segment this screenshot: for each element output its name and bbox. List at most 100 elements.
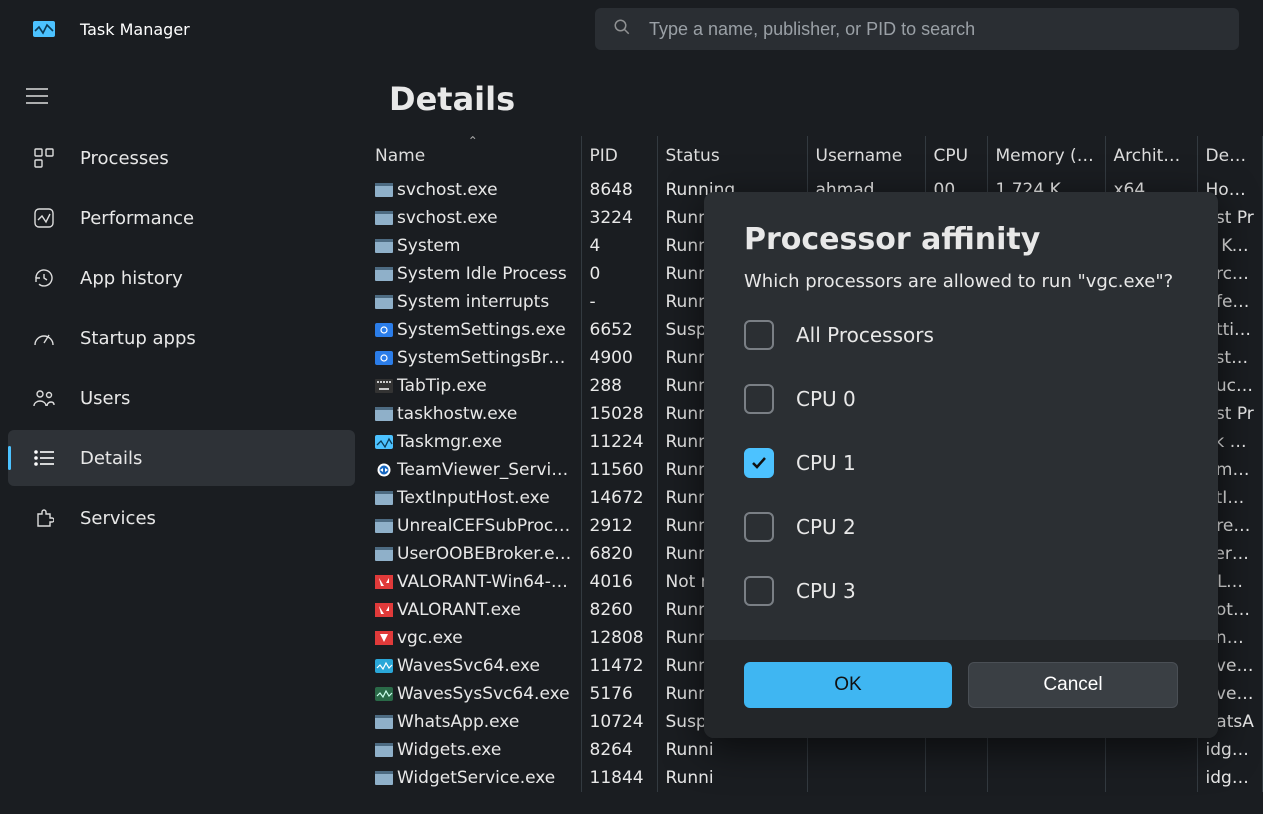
column-cpu[interactable]: CPU [925,136,987,176]
column-name[interactable]: Name⌃ [365,136,581,176]
cell-name: UserOOBEBroker.exe [365,540,581,568]
titlebar: Task Manager [0,0,1263,58]
app-title: Task Manager [80,20,190,39]
cell-name: UnrealCEFSubProcess... [365,512,581,540]
table-header-row: Name⌃ PID Status Username CPU Memory (ac… [365,136,1263,176]
cell-pid: 6820 [581,540,657,568]
checkbox[interactable] [744,320,774,350]
process-icon [375,518,393,532]
dialog-title: Processor affinity [744,222,1178,257]
history-icon [32,266,56,290]
speed-icon [32,326,56,350]
column-description[interactable]: Descript [1197,136,1263,176]
process-icon [375,546,393,560]
cell-name: taskhostw.exe [365,400,581,428]
cell-memory [987,736,1105,764]
column-username[interactable]: Username [807,136,925,176]
cell-name: SystemSettingsBroke... [365,344,581,372]
cell-pid: 10724 [581,708,657,736]
process-icon [375,266,393,280]
cell-arch [1105,764,1197,792]
hamburger-button[interactable] [0,80,365,128]
sidebar-item-history[interactable]: App history [8,250,355,306]
process-icon [375,294,393,308]
process-icon [375,238,393,252]
column-pid[interactable]: PID [581,136,657,176]
table-row[interactable]: Widgets.exe8264Runniidgets [365,736,1263,764]
dialog-subtitle: Which processors are allowed to run "vgc… [744,271,1178,292]
checkbox-row[interactable]: CPU 3 [744,576,1178,606]
process-icon [375,182,393,196]
cell-cpu [925,764,987,792]
checkbox-row[interactable]: CPU 2 [744,512,1178,542]
cell-name: System Idle Process [365,260,581,288]
cell-arch [1105,736,1197,764]
column-status[interactable]: Status [657,136,807,176]
sidebar-item-details[interactable]: Details [8,430,355,486]
sidebar-item-label: Users [80,388,130,409]
cell-pid: 3224 [581,204,657,232]
activity-icon [32,206,56,230]
cell-pid: 11844 [581,764,657,792]
sidebar-item-startup[interactable]: Startup apps [8,310,355,366]
cell-pid: 11224 [581,428,657,456]
cell-name: WidgetService.exe [365,764,581,792]
checkbox[interactable] [744,384,774,414]
process-icon [375,770,393,784]
cell-name: TeamViewer_Service.e... [365,456,581,484]
sidebar-item-processes[interactable]: Processes [8,130,355,186]
cell-pid: 8648 [581,176,657,204]
sidebar-item-users[interactable]: Users [8,370,355,426]
cell-name: Taskmgr.exe [365,428,581,456]
cell-name: WavesSvc64.exe [365,652,581,680]
puzzle-icon [32,506,56,530]
cell-pid: 4016 [581,568,657,596]
checkbox-row[interactable]: CPU 0 [744,384,1178,414]
checkbox-label: CPU 2 [796,515,856,539]
cell-name: SystemSettings.exe [365,316,581,344]
cell-pid: 8260 [581,596,657,624]
process-icon [375,210,393,224]
cell-username [807,764,925,792]
process-icon [375,322,393,336]
sidebar-item-services[interactable]: Services [8,490,355,546]
process-icon [375,658,393,672]
checkbox[interactable] [744,512,774,542]
cell-pid: 8264 [581,736,657,764]
table-row[interactable]: WidgetService.exe11844RunniidgetS [365,764,1263,792]
cell-pid: - [581,288,657,316]
checkbox[interactable] [744,448,774,478]
process-icon [375,462,393,476]
sidebar-item-label: Details [80,448,142,469]
cell-name: VALORANT.exe [365,596,581,624]
sidebar-item-label: App history [80,268,183,289]
search-input[interactable] [649,19,1221,40]
cancel-button[interactable]: Cancel [968,662,1178,708]
cell-pid: 12808 [581,624,657,652]
search-box[interactable] [595,8,1239,50]
sidebar-item-performance[interactable]: Performance [8,190,355,246]
process-icon [375,602,393,616]
page-title: Details [365,80,1263,118]
ok-button[interactable]: OK [744,662,952,708]
cell-desc: idgets [1197,736,1263,764]
process-icon [375,490,393,504]
cell-pid: 4 [581,232,657,260]
cell-name: System [365,232,581,260]
cell-pid: 4900 [581,344,657,372]
checkbox-row[interactable]: CPU 1 [744,448,1178,478]
process-icon [375,686,393,700]
sidebar-item-label: Startup apps [80,328,196,349]
sidebar-item-label: Services [80,508,156,529]
process-icon [375,714,393,728]
process-icon [375,406,393,420]
cell-name: VALORANT-Win64-S... [365,568,581,596]
cell-name: WhatsApp.exe [365,708,581,736]
cell-pid: 288 [581,372,657,400]
column-memory[interactable]: Memory (ac... [987,136,1105,176]
column-architecture[interactable]: Architec... [1105,136,1197,176]
cell-memory [987,764,1105,792]
checkbox-row[interactable]: All Processors [744,320,1178,350]
checkbox[interactable] [744,576,774,606]
cell-name: TabTip.exe [365,372,581,400]
